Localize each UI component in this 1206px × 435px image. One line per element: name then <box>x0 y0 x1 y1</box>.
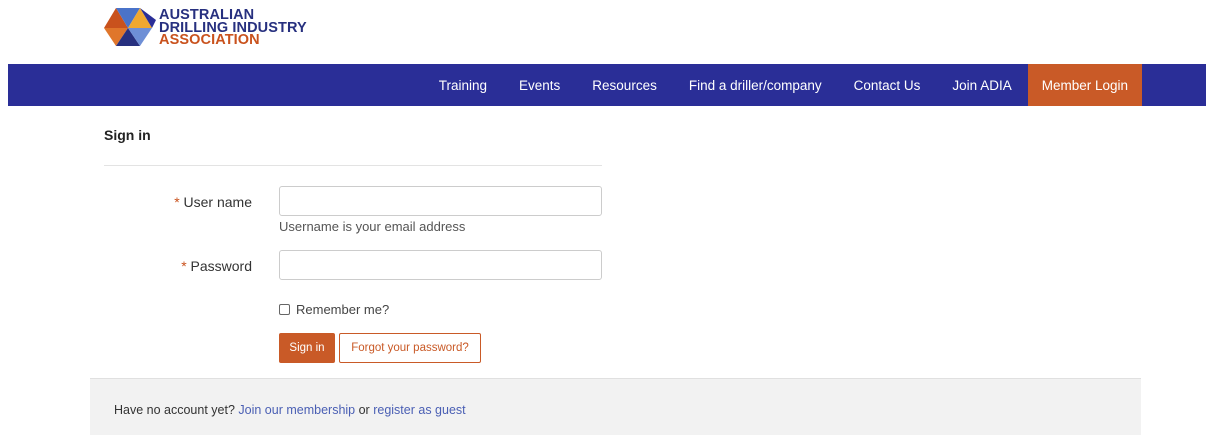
page-title: Sign in <box>104 127 151 143</box>
adia-logo[interactable]: AUSTRALIAN DRILLING INDUSTRY ASSOCIATION <box>104 8 307 48</box>
account-panel: Have no account yet? Join our membership… <box>90 378 1141 435</box>
main-navbar: Training Events Resources Find a driller… <box>8 64 1206 106</box>
password-label: * Password <box>92 258 252 274</box>
logo-line-association: ASSOCIATION <box>159 32 260 48</box>
adia-logo-mark-icon <box>104 8 156 46</box>
register-guest-link[interactable]: register as guest <box>373 403 465 417</box>
member-login-button[interactable]: Member Login <box>1027 64 1142 106</box>
title-divider <box>104 165 602 166</box>
remember-me-label[interactable]: Remember me? <box>296 302 389 317</box>
username-label: * User name <box>92 194 252 210</box>
main-nav: Training Events Resources Find a driller… <box>423 64 1142 106</box>
nav-item-contact-us[interactable]: Contact Us <box>838 64 937 106</box>
remember-me-checkbox[interactable] <box>279 304 290 315</box>
username-help-text: Username is your email address <box>279 219 466 234</box>
sign-in-button[interactable]: Sign in <box>279 333 335 363</box>
username-label-text: User name <box>183 194 252 210</box>
nav-item-join-adia[interactable]: Join ADIA <box>936 64 1027 106</box>
nav-item-events[interactable]: Events <box>503 64 576 106</box>
nav-item-resources[interactable]: Resources <box>576 64 673 106</box>
nav-item-training[interactable]: Training <box>423 64 503 106</box>
or-text: or <box>358 403 370 417</box>
account-prompt: Have no account yet? Join our membership… <box>114 403 466 417</box>
forgot-password-button[interactable]: Forgot your password? <box>339 333 481 363</box>
required-asterisk: * <box>181 258 187 274</box>
password-label-text: Password <box>190 258 252 274</box>
username-input[interactable] <box>279 186 602 216</box>
remember-me[interactable]: Remember me? <box>279 302 389 317</box>
nav-item-find-driller[interactable]: Find a driller/company <box>673 64 838 106</box>
join-membership-link[interactable]: Join our membership <box>238 403 355 417</box>
account-prompt-text: Have no account yet? <box>114 403 235 417</box>
required-asterisk: * <box>174 194 180 210</box>
password-input[interactable] <box>279 250 602 280</box>
